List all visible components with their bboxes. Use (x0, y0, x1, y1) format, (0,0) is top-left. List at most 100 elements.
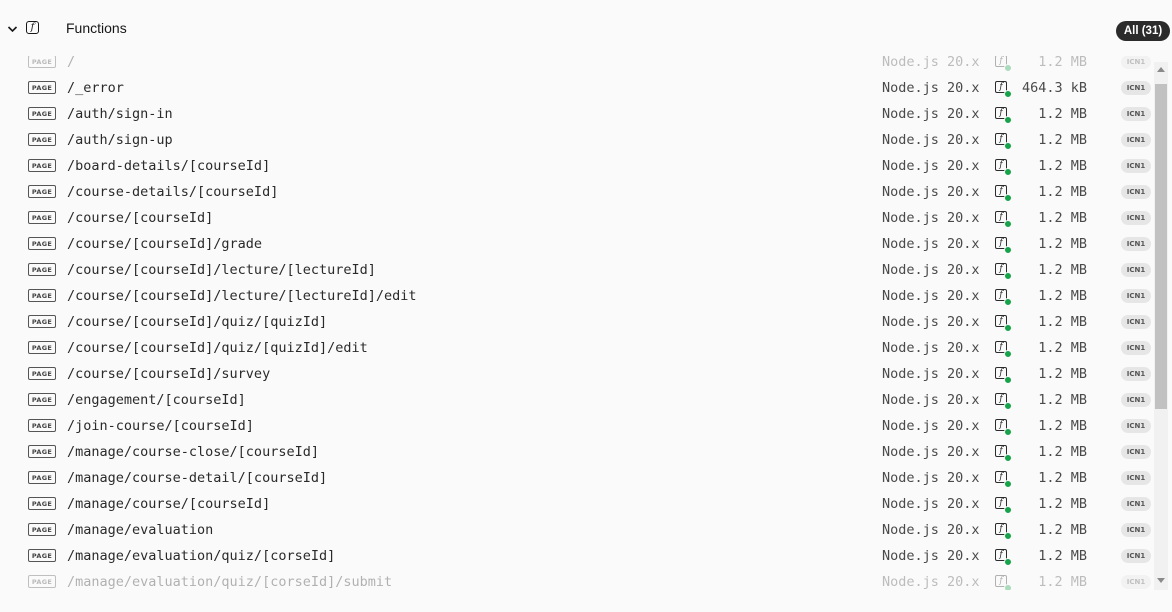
status-dot-icon (1004, 480, 1012, 488)
all-count-badge[interactable]: All (31) (1116, 21, 1170, 41)
runtime-label: Node.js 20.x (882, 106, 980, 122)
function-row[interactable]: PAGE/manage/evaluation/quiz/[corseId] Nod… (0, 543, 1154, 569)
route-path[interactable]: /course/[courseId]/quiz/[quizId]/edit (67, 340, 368, 356)
bundle-size: 1.2 MB (1038, 288, 1087, 304)
region-badge: ICN1 (1121, 133, 1151, 147)
region-badge: ICN1 (1121, 367, 1151, 381)
route-path[interactable]: /engagement/[courseId] (67, 392, 246, 408)
function-status-icon: f (995, 133, 1012, 150)
status-dot-icon (1004, 376, 1012, 384)
route-path[interactable]: /join-course/[courseId] (67, 418, 254, 434)
route-path[interactable]: /manage/evaluation (67, 522, 213, 538)
function-row[interactable]: PAGE/course/[courseId]/quiz/[quizId] Node… (0, 309, 1154, 335)
function-row[interactable]: PAGE/course/[courseId]/grade Node.js 20.x… (0, 231, 1154, 257)
page-tag: PAGE (28, 497, 56, 510)
function-row[interactable]: PAGE/board-details/[courseId] Node.js 20.… (0, 153, 1154, 179)
function-status-icon: f (995, 575, 1012, 590)
runtime-label: Node.js 20.x (882, 522, 980, 538)
runtime-label: Node.js 20.x (882, 392, 980, 408)
function-row[interactable]: PAGE/auth/sign-in Node.js 20.x f 1.2 MB ICN1 (0, 101, 1154, 127)
bundle-size: 1.2 MB (1038, 444, 1087, 460)
runtime-label: Node.js 20.x (882, 418, 980, 434)
bundle-size: 1.2 MB (1038, 340, 1087, 356)
scroll-up-arrow-icon[interactable] (1157, 67, 1165, 72)
route-path[interactable]: /manage/course-close/[courseId] (67, 444, 319, 460)
runtime-label: Node.js 20.x (882, 132, 980, 148)
route-path[interactable]: / (67, 56, 75, 70)
function-row[interactable]: PAGE/course/[courseId]/survey Node.js 20.… (0, 361, 1154, 387)
functions-header[interactable]: f Functions All (31) (0, 0, 1172, 58)
function-row[interactable]: PAGE/course/[courseId]/lecture/[lectureI… (0, 257, 1154, 283)
page-tag: PAGE (28, 133, 56, 146)
function-status-icon: f (995, 393, 1012, 410)
region-badge: ICN1 (1121, 497, 1151, 511)
route-path[interactable]: /course/[courseId]/survey (67, 366, 270, 382)
route-path[interactable]: /course-details/[courseId] (67, 184, 278, 200)
bundle-size: 1.2 MB (1038, 496, 1087, 512)
route-path[interactable]: /manage/course-detail/[courseId] (67, 470, 327, 486)
bundle-size: 1.2 MB (1038, 236, 1087, 252)
page-tag: PAGE (28, 445, 56, 458)
route-path[interactable]: /board-details/[courseId] (67, 158, 270, 174)
function-row[interactable]: PAGE/join-course/[courseId] Node.js 20.x f… (0, 413, 1154, 439)
runtime-label: Node.js 20.x (882, 366, 980, 382)
route-path[interactable]: /auth/sign-up (67, 132, 173, 148)
page-tag: PAGE (28, 549, 56, 562)
status-dot-icon (1004, 64, 1012, 72)
function-row[interactable]: PAGE/auth/sign-up Node.js 20.x f 1.2 MB ICN1 (0, 127, 1154, 153)
bundle-size: 1.2 MB (1038, 210, 1087, 226)
function-row[interactable]: PAGE/manage/evaluation/quiz/[corseId]/su… (0, 569, 1154, 590)
function-row[interactable]: PAGE/manage/course-detail/[courseId] Node… (0, 465, 1154, 491)
function-status-icon: f (995, 81, 1012, 98)
route-path[interactable]: /manage/course/[courseId] (67, 496, 270, 512)
bundle-size: 1.2 MB (1038, 184, 1087, 200)
function-status-icon: f (995, 445, 1012, 462)
route-path[interactable]: /course/[courseId] (67, 210, 213, 226)
route-path[interactable]: /manage/evaluation/quiz/[corseId]/submit (67, 574, 392, 590)
scroll-down-arrow-icon[interactable] (1157, 578, 1165, 583)
status-dot-icon (1004, 558, 1012, 566)
runtime-label: Node.js 20.x (882, 236, 980, 252)
route-path[interactable]: /course/[courseId]/lecture/[lectureId] (67, 262, 376, 278)
status-dot-icon (1004, 532, 1012, 540)
chevron-down-icon[interactable] (7, 24, 18, 34)
bundle-size: 1.2 MB (1038, 314, 1087, 330)
function-row[interactable]: PAGE / Node.js 20.x f 1.2 MB ICN1 (0, 56, 1154, 75)
status-dot-icon (1004, 454, 1012, 462)
function-status-icon: f (995, 56, 1012, 72)
page-tag: PAGE (28, 107, 56, 120)
status-dot-icon (1004, 272, 1012, 280)
function-row[interactable]: PAGE/course/[courseId]/quiz/[quizId]/edi… (0, 335, 1154, 361)
runtime-label: Node.js 20.x (882, 340, 980, 356)
status-dot-icon (1004, 168, 1012, 176)
scrollbar-thumb[interactable] (1155, 84, 1167, 409)
status-dot-icon (1004, 142, 1012, 150)
function-row[interactable]: PAGE/manage/course/[courseId] Node.js 20.… (0, 491, 1154, 517)
page-tag: PAGE (28, 367, 56, 380)
bundle-size: 1.2 MB (1038, 418, 1087, 434)
route-path[interactable]: /course/[courseId]/quiz/[quizId] (67, 314, 327, 330)
region-badge: ICN1 (1121, 237, 1151, 251)
function-row[interactable]: PAGE /_error Node.js 20.x f 464.3 kB ICN1 (0, 75, 1154, 101)
status-dot-icon (1004, 350, 1012, 358)
route-path[interactable]: /course/[courseId]/lecture/[lectureId]/e… (67, 288, 417, 304)
page-tag: PAGE (28, 185, 56, 198)
function-row[interactable]: PAGE/engagement/[courseId] Node.js 20.x f 1… (0, 387, 1154, 413)
region-badge: ICN1 (1121, 471, 1151, 485)
bundle-size: 1.2 MB (1038, 56, 1087, 70)
route-path[interactable]: /auth/sign-in (67, 106, 173, 122)
page-tag: PAGE (28, 575, 56, 588)
function-row[interactable]: PAGE/manage/course-close/[courseId] Node.… (0, 439, 1154, 465)
route-path[interactable]: /_error (67, 80, 124, 96)
function-row[interactable]: PAGE/manage/evaluation Node.js 20.x f 1.2 M… (0, 517, 1154, 543)
page-tag: PAGE (28, 393, 56, 406)
function-row[interactable]: PAGE/course/[courseId]/lecture/[lectureI… (0, 283, 1154, 309)
route-path[interactable]: /course/[courseId]/grade (67, 236, 262, 252)
function-status-icon: f (995, 159, 1012, 176)
runtime-label: Node.js 20.x (882, 496, 980, 512)
function-row[interactable]: PAGE/course/[courseId] Node.js 20.x f 1.2 M… (0, 205, 1154, 231)
function-list: PAGE / Node.js 20.x f 1.2 MB ICN1 PAGE /_error N… (0, 56, 1154, 590)
function-row[interactable]: PAGE/course-details/[courseId] Node.js 20… (0, 179, 1154, 205)
bundle-size: 1.2 MB (1038, 106, 1087, 122)
route-path[interactable]: /manage/evaluation/quiz/[corseId] (67, 548, 335, 564)
